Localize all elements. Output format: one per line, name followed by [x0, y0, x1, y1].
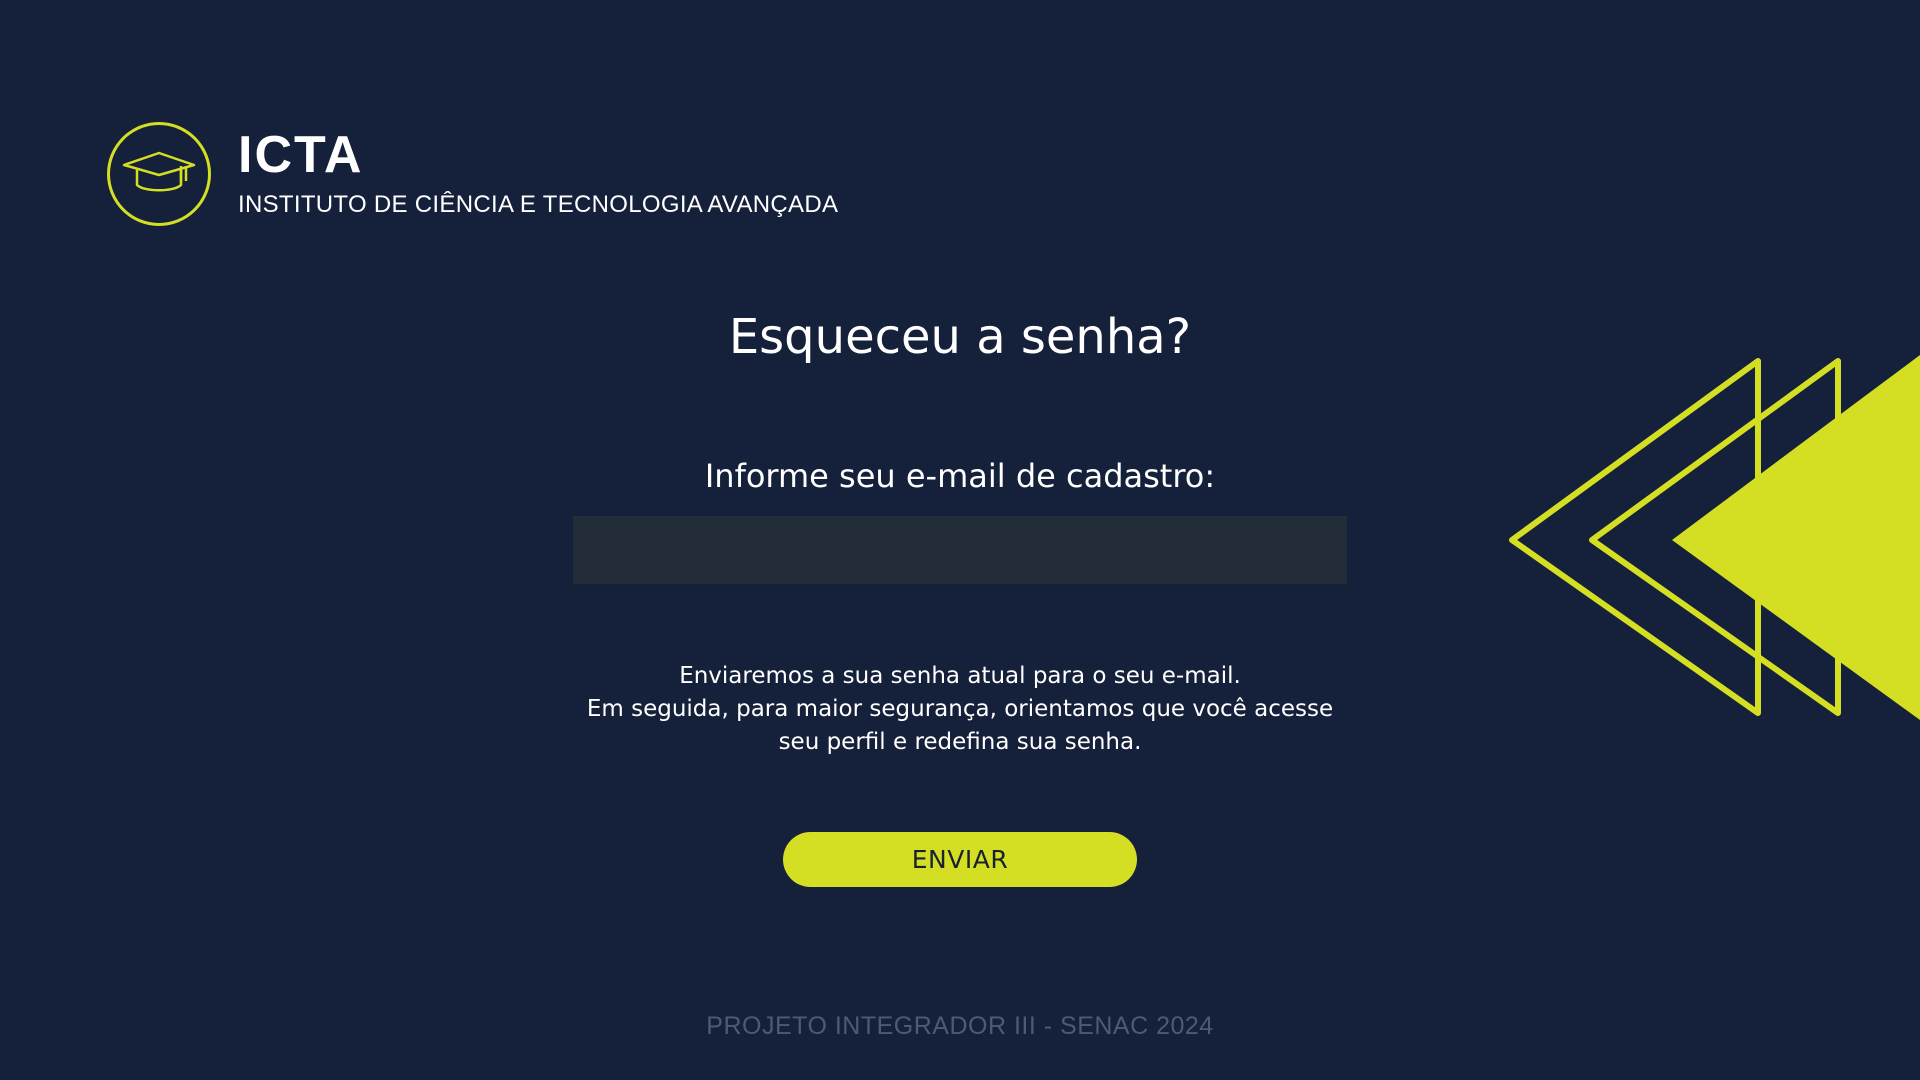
brand-text: ICTA INSTITUTO DE CIÊNCIA E TECNOLOGIA A…	[238, 129, 838, 219]
brand-subtitle: INSTITUTO DE CIÊNCIA E TECNOLOGIA AVANÇA…	[238, 191, 839, 218]
logo	[107, 122, 211, 226]
footer-text: PROJETO INTEGRADOR III - SENAC 2024	[706, 1012, 1214, 1040]
decorative-triangles	[1509, 355, 1920, 720]
brand-title: ICTA	[238, 126, 364, 184]
email-field[interactable]	[573, 516, 1347, 584]
info-line: seu perfil e redefina sua senha.	[778, 729, 1142, 755]
graduation-cap-icon	[122, 151, 196, 192]
solid-triangle	[1672, 355, 1920, 720]
brand-header: ICTA INSTITUTO DE CIÊNCIA E TECNOLOGIA A…	[107, 122, 838, 226]
send-button[interactable]: ENVIAR	[783, 832, 1137, 887]
forgot-password-page: ICTA INSTITUTO DE CIÊNCIA E TECNOLOGIA A…	[0, 0, 1920, 1080]
